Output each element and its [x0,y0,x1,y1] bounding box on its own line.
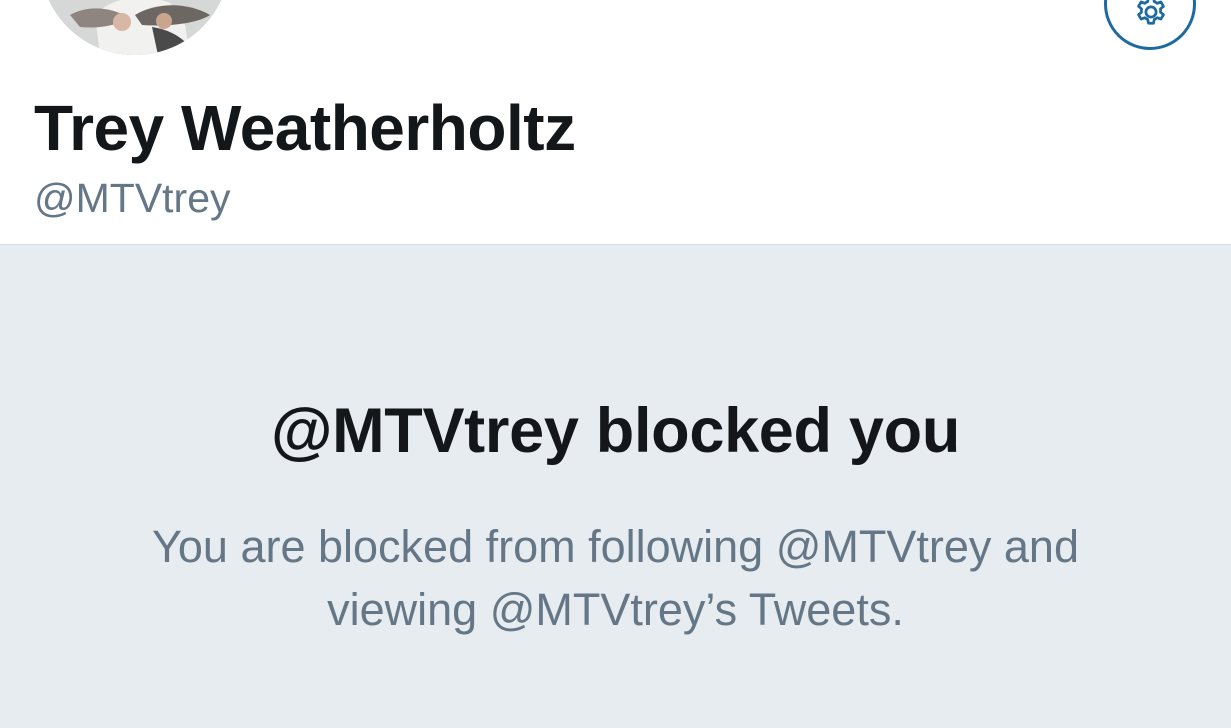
blocked-notice-panel: @MTVtrey blocked you You are blocked fro… [0,244,1231,728]
gear-icon [1137,0,1165,25]
profile-display-name: Trey Weatherholtz [34,92,576,164]
avatar[interactable] [40,0,230,55]
avatar-photo [40,0,230,55]
blocked-notice-message: You are blocked from following @MTVtrey … [0,515,1231,641]
blocked-notice-message-line-1: You are blocked from following @MTVtrey … [152,521,1079,572]
blocked-notice-message-line-2: viewing @MTVtrey’s Tweets. [327,584,904,635]
blocked-notice-title: @MTVtrey blocked you [270,396,961,466]
settings-button[interactable] [1104,0,1196,50]
profile-header: Trey Weatherholtz @MTVtrey [0,0,1231,244]
profile-handle: @MTVtrey [34,175,231,221]
